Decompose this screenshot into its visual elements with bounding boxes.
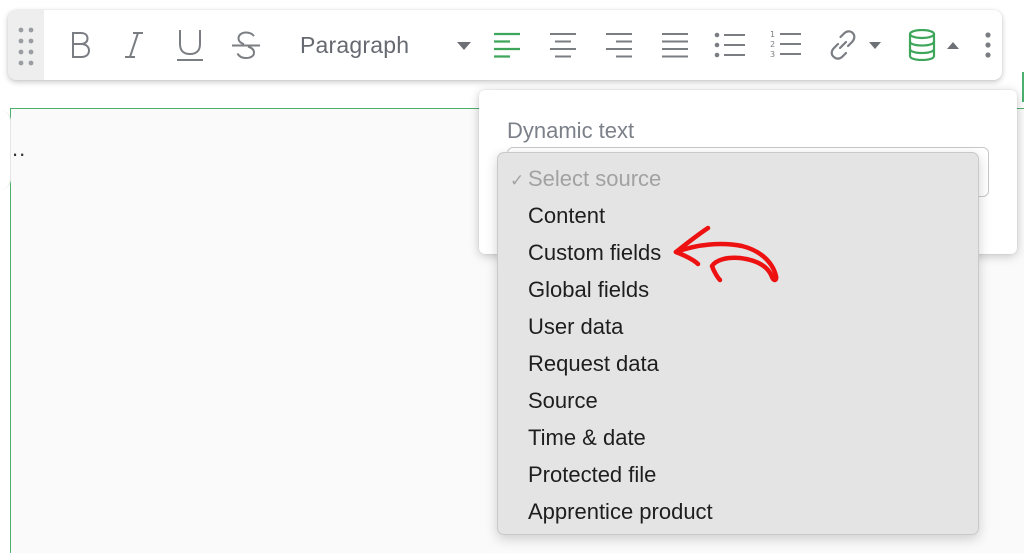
strikethrough-button[interactable] bbox=[228, 24, 264, 66]
dropdown-option-request-data[interactable]: Request data bbox=[528, 346, 659, 382]
align-left-button[interactable] bbox=[490, 24, 524, 66]
dropdown-option-custom-fields[interactable]: Custom fields bbox=[528, 235, 661, 271]
paragraph-format-label: Paragraph bbox=[300, 31, 410, 58]
strikethrough-icon bbox=[232, 31, 260, 60]
align-right-button[interactable] bbox=[602, 24, 636, 66]
drag-handle[interactable] bbox=[8, 10, 44, 80]
numbered-list-button[interactable]: 123 bbox=[769, 24, 803, 66]
more-options-button[interactable] bbox=[978, 24, 998, 66]
underline-icon bbox=[177, 30, 203, 61]
editor-side-tab bbox=[0, 110, 11, 190]
source-dropdown-list: ✓ Select source Content Custom fields Glo… bbox=[497, 152, 979, 535]
dropdown-option-user-data[interactable]: User data bbox=[528, 309, 623, 345]
bullet-list-button[interactable] bbox=[713, 24, 747, 66]
numbered-list-icon: 123 bbox=[770, 30, 801, 59]
editor-screen: .. Paragraph 1 2 3 Dynamic text ✓ Select… bbox=[0, 0, 1024, 553]
placeholder-label: Select source bbox=[528, 166, 662, 191]
dropdown-option-content[interactable]: Content bbox=[528, 198, 605, 234]
dynamic-data-button[interactable] bbox=[904, 24, 964, 66]
database-icon bbox=[908, 29, 936, 61]
dropdown-placeholder-option[interactable]: ✓ Select source bbox=[510, 161, 661, 197]
justify-icon bbox=[662, 33, 688, 58]
align-left-icon bbox=[494, 32, 520, 58]
link-icon bbox=[830, 30, 856, 60]
dropdown-option-global-fields[interactable]: Global fields bbox=[528, 272, 649, 308]
svg-text:1: 1 bbox=[770, 30, 775, 39]
editor-text[interactable]: .. bbox=[12, 136, 26, 162]
svg-text:3: 3 bbox=[770, 50, 775, 59]
align-right-icon bbox=[606, 33, 632, 58]
dropdown-option-apprentice-product[interactable]: Apprentice product bbox=[528, 494, 713, 530]
formatting-toolbar: Paragraph 1 2 3 bbox=[8, 10, 1002, 80]
caret-down-icon bbox=[457, 42, 471, 50]
align-center-icon bbox=[550, 33, 576, 58]
drag-handle-icon bbox=[18, 27, 34, 66]
italic-button[interactable] bbox=[118, 24, 150, 66]
bold-icon bbox=[72, 32, 91, 58]
align-center-button[interactable] bbox=[546, 24, 580, 66]
check-icon: ✓ bbox=[510, 171, 525, 190]
svg-text:2: 2 bbox=[770, 40, 775, 49]
bold-button[interactable] bbox=[64, 24, 96, 66]
more-vertical-icon bbox=[985, 32, 991, 58]
link-caret-down-icon bbox=[869, 41, 881, 49]
bullet-list-icon bbox=[714, 32, 745, 58]
caret-up-icon bbox=[947, 41, 959, 49]
link-button[interactable] bbox=[823, 24, 885, 66]
dropdown-option-protected-file[interactable]: Protected file bbox=[528, 457, 656, 493]
dropdown-option-time-date[interactable]: Time & date bbox=[528, 420, 646, 456]
justify-button[interactable] bbox=[658, 24, 692, 66]
underline-button[interactable] bbox=[173, 24, 207, 66]
italic-icon bbox=[125, 32, 143, 58]
paragraph-format-select[interactable]: Paragraph bbox=[300, 24, 472, 66]
dropdown-option-source[interactable]: Source bbox=[528, 383, 598, 419]
popover-title: Dynamic text bbox=[507, 118, 635, 143]
